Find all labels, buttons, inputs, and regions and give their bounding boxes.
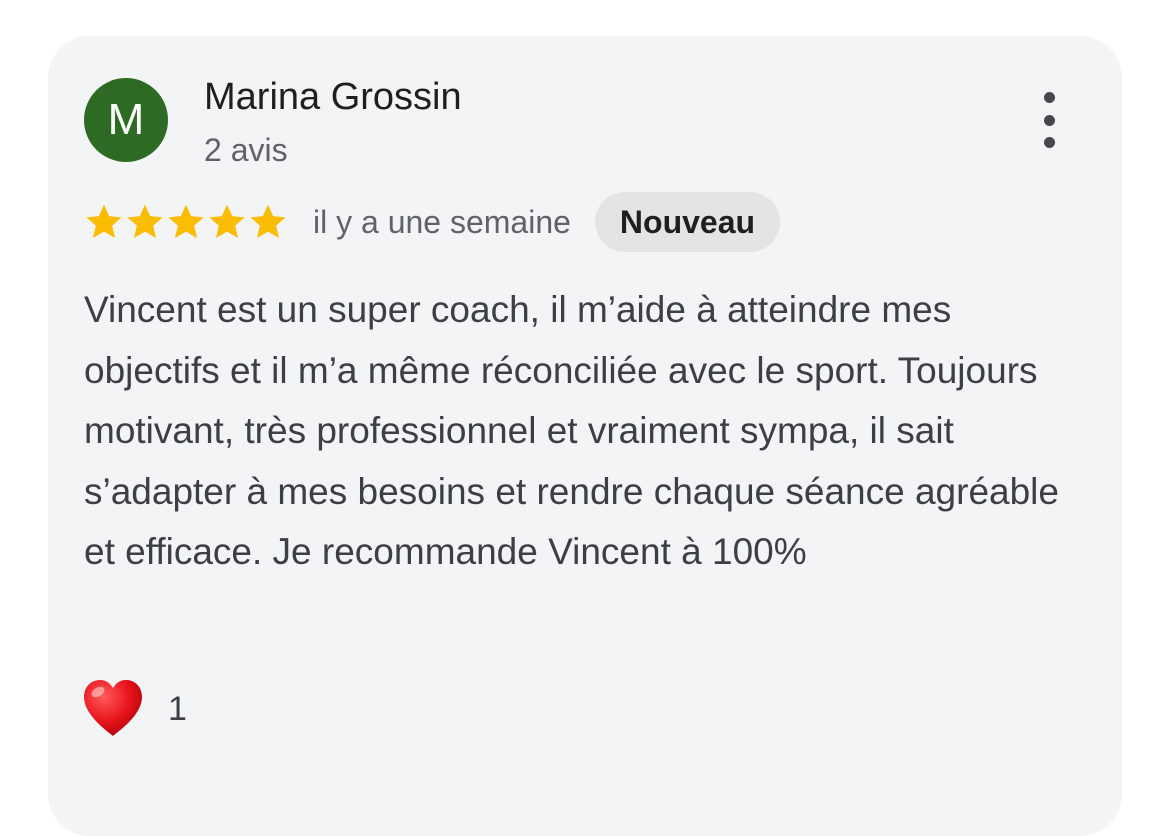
- rating-row: il y a une semaine Nouveau: [84, 192, 781, 252]
- new-badge: Nouveau: [594, 192, 781, 252]
- review-card: M Marina Grossin 2 avis il y a une semai…: [48, 36, 1122, 836]
- more-options-button[interactable]: [1032, 92, 1066, 148]
- star-icon: [248, 202, 288, 242]
- heart-reaction-button[interactable]: 1: [80, 676, 187, 742]
- author-name[interactable]: Marina Grossin: [204, 74, 462, 120]
- red-heart-icon: [80, 676, 146, 742]
- more-vert-icon: [1043, 92, 1055, 103]
- author-review-count: 2 avis: [204, 132, 288, 168]
- review-text: Vincent est un super coach, il m’aide à …: [84, 289, 1059, 572]
- star-icon: [84, 202, 124, 242]
- reaction-count: 1: [168, 689, 187, 728]
- star-rating: [84, 202, 289, 242]
- review-date: il y a une semaine: [313, 203, 571, 240]
- star-icon: [166, 202, 206, 242]
- star-icon: [125, 202, 165, 242]
- star-icon: [207, 202, 247, 242]
- avatar[interactable]: M: [84, 78, 168, 162]
